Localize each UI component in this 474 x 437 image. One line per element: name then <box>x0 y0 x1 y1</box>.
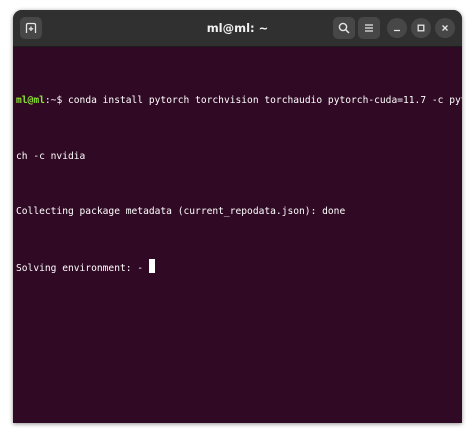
minimize-button[interactable] <box>387 18 407 38</box>
menu-button[interactable] <box>358 17 380 39</box>
hamburger-menu-icon <box>365 24 373 32</box>
command-line-wrap: ch -c nvidia <box>16 150 86 162</box>
terminal-window: ml@ml: ~ ml@ml:~$ conda install pytorch … <box>13 10 462 423</box>
output-line-text: Solving environment: - <box>16 262 149 274</box>
search-icon <box>338 22 350 34</box>
maximize-button[interactable] <box>411 18 431 38</box>
title-bar[interactable]: ml@ml: ~ <box>13 10 462 47</box>
close-icon <box>442 25 448 31</box>
command-text: conda install pytorch torchvision torcha… <box>68 95 462 106</box>
maximize-icon <box>417 24 425 32</box>
minimize-icon <box>394 29 400 32</box>
command-line: ml@ml:~$ conda install pytorch torchvisi… <box>16 92 462 111</box>
prompt-user: ml@ml <box>16 95 45 106</box>
output-line-current: Solving environment: - <box>16 258 456 279</box>
close-button[interactable] <box>435 18 455 38</box>
terminal-output[interactable]: ml@ml:~$ conda install pytorch torchvisi… <box>16 46 462 423</box>
prompt-path: :~$ <box>44 95 68 106</box>
search-button[interactable] <box>333 17 355 39</box>
new-tab-button[interactable] <box>20 17 42 39</box>
new-tab-icon <box>25 22 37 33</box>
output-line: Collecting package metadata (current_rep… <box>16 206 346 217</box>
text-cursor <box>148 258 155 273</box>
